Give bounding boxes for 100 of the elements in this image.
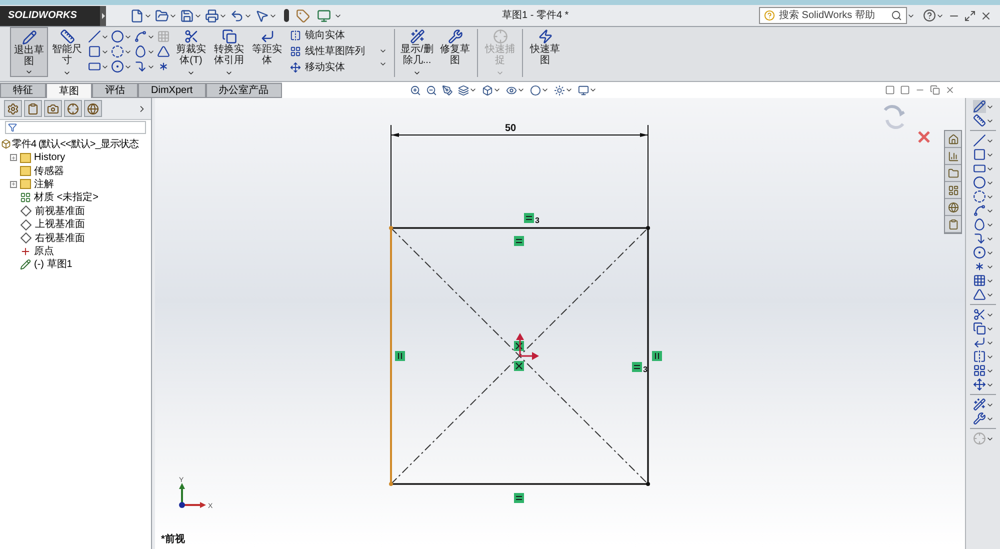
rectangle-icon[interactable] [88,45,101,58]
ribbon-list-button[interactable]: 移动实体 [290,61,365,74]
property-icon[interactable] [24,100,42,117]
close-icon[interactable] [980,10,992,22]
triangle-icon[interactable] [157,45,170,58]
new-file-icon[interactable] [130,8,144,22]
slot-icon[interactable] [88,60,101,73]
sketch-line[interactable] [390,227,649,229]
ribbon-button[interactable]: 修复草图 [436,27,474,77]
tree-item[interactable]: 材质 <未指定> [34,190,98,206]
trim-icon[interactable] [972,308,986,321]
circle-dot-icon[interactable] [972,246,986,259]
tab[interactable]: 特征 [0,83,46,98]
tab[interactable]: DimXpert [138,83,206,98]
grid-icon[interactable] [972,274,986,287]
expand-icon[interactable] [10,180,17,188]
relation-icon[interactable] [514,341,524,351]
relation-icon[interactable] [524,213,534,223]
tree-item[interactable]: 右视基准面 [35,230,85,246]
arc-icon[interactable] [111,45,124,58]
sketch-line[interactable] [390,483,649,485]
construction-cross[interactable] [390,228,648,484]
spline-icon[interactable] [134,30,147,43]
ribbon-button[interactable]: 退出草图 [10,27,48,77]
caret-icon[interactable] [63,69,71,77]
display-style-icon[interactable] [506,84,517,96]
caret-icon[interactable] [564,86,573,94]
rectangle-icon[interactable] [972,148,986,161]
tree-item[interactable]: 注解 [34,176,54,192]
filter-icon[interactable] [8,123,17,132]
tree-item[interactable]: 前视基准面 [35,204,85,219]
configuration-icon[interactable] [44,100,62,117]
dimension-value[interactable]: 50 [505,123,516,134]
tag-icon[interactable] [296,8,310,22]
zoom-icon[interactable] [410,84,421,96]
caret-icon[interactable] [588,86,597,94]
options-icon[interactable] [317,8,331,22]
close-icon[interactable] [945,85,955,95]
printer-icon[interactable] [205,8,219,22]
view-cube-icon[interactable] [482,84,493,96]
restore-icon[interactable] [930,85,940,95]
circle-dot-icon[interactable] [111,60,124,73]
wand-icon[interactable] [972,398,986,411]
relation-icon[interactable] [395,351,405,361]
zoom-area-icon[interactable] [426,84,437,96]
relation-icon[interactable] [514,236,524,246]
mirror-icon[interactable] [972,350,986,363]
save-icon[interactable] [180,8,194,22]
offset-icon[interactable] [972,336,986,349]
relation-icon[interactable] [632,362,642,372]
sketch-icon[interactable] [972,100,986,113]
ribbon-button[interactable]: 等距实体 [248,27,286,77]
caret-icon[interactable] [413,69,421,77]
sketch-point[interactable] [646,482,650,486]
relation-icon[interactable] [514,493,524,503]
ribbon-button[interactable]: 剪裁实体(T) [172,27,210,77]
copy-icon[interactable] [972,322,986,335]
relation-icon[interactable] [514,361,524,371]
filter-field[interactable] [5,121,146,134]
tree-item[interactable]: (-) 草图1 [34,257,72,272]
caret-icon[interactable] [225,69,233,77]
slot-icon[interactable] [972,162,986,175]
corner-icon[interactable] [972,232,986,245]
sketch-point[interactable] [646,226,650,230]
caret-icon[interactable] [516,86,525,94]
expand-icon[interactable] [10,154,17,162]
pen-icon[interactable] [442,84,453,96]
line-icon[interactable] [972,134,986,147]
triangle-icon[interactable] [972,288,986,301]
caret-icon[interactable] [540,86,549,94]
circle-icon[interactable] [111,30,124,43]
caret-icon[interactable] [468,86,477,94]
scene-icon[interactable] [554,84,565,96]
cancel-icon[interactable] [918,130,930,144]
caret-icon[interactable] [187,69,195,77]
pattern-icon[interactable] [972,364,986,377]
tree-item[interactable]: 原点 [34,244,54,259]
ribbon-button[interactable]: 显示/删除几... [398,27,436,77]
tree-item[interactable]: 上视基准面 [35,217,85,232]
wrench-icon[interactable] [972,412,986,425]
circle-icon[interactable] [972,176,986,189]
arc-icon[interactable] [972,190,986,203]
pointer-icon[interactable] [255,8,269,22]
dimension-icon[interactable] [972,114,986,127]
sphere-icon[interactable] [530,84,541,96]
tile-icon[interactable] [900,85,910,95]
move-icon[interactable] [972,378,986,391]
sketch-line[interactable] [647,227,649,485]
maximize-icon[interactable] [964,10,976,22]
caret-icon[interactable] [492,86,501,94]
tree-root[interactable]: 零件4 (默认<<默认>_显示状态 [12,136,138,152]
open-folder-icon[interactable] [155,8,169,22]
corner-icon[interactable] [134,60,147,73]
undo-icon[interactable] [230,8,244,22]
relation-icon[interactable] [652,351,662,361]
tree-item[interactable]: 传感器 [34,164,64,179]
ribbon-button[interactable]: 智能尺寸 [48,27,86,77]
tab[interactable]: 评估 [92,83,138,98]
tree-item[interactable]: History [34,150,66,166]
tab[interactable]: 办公室产品 [206,83,282,98]
